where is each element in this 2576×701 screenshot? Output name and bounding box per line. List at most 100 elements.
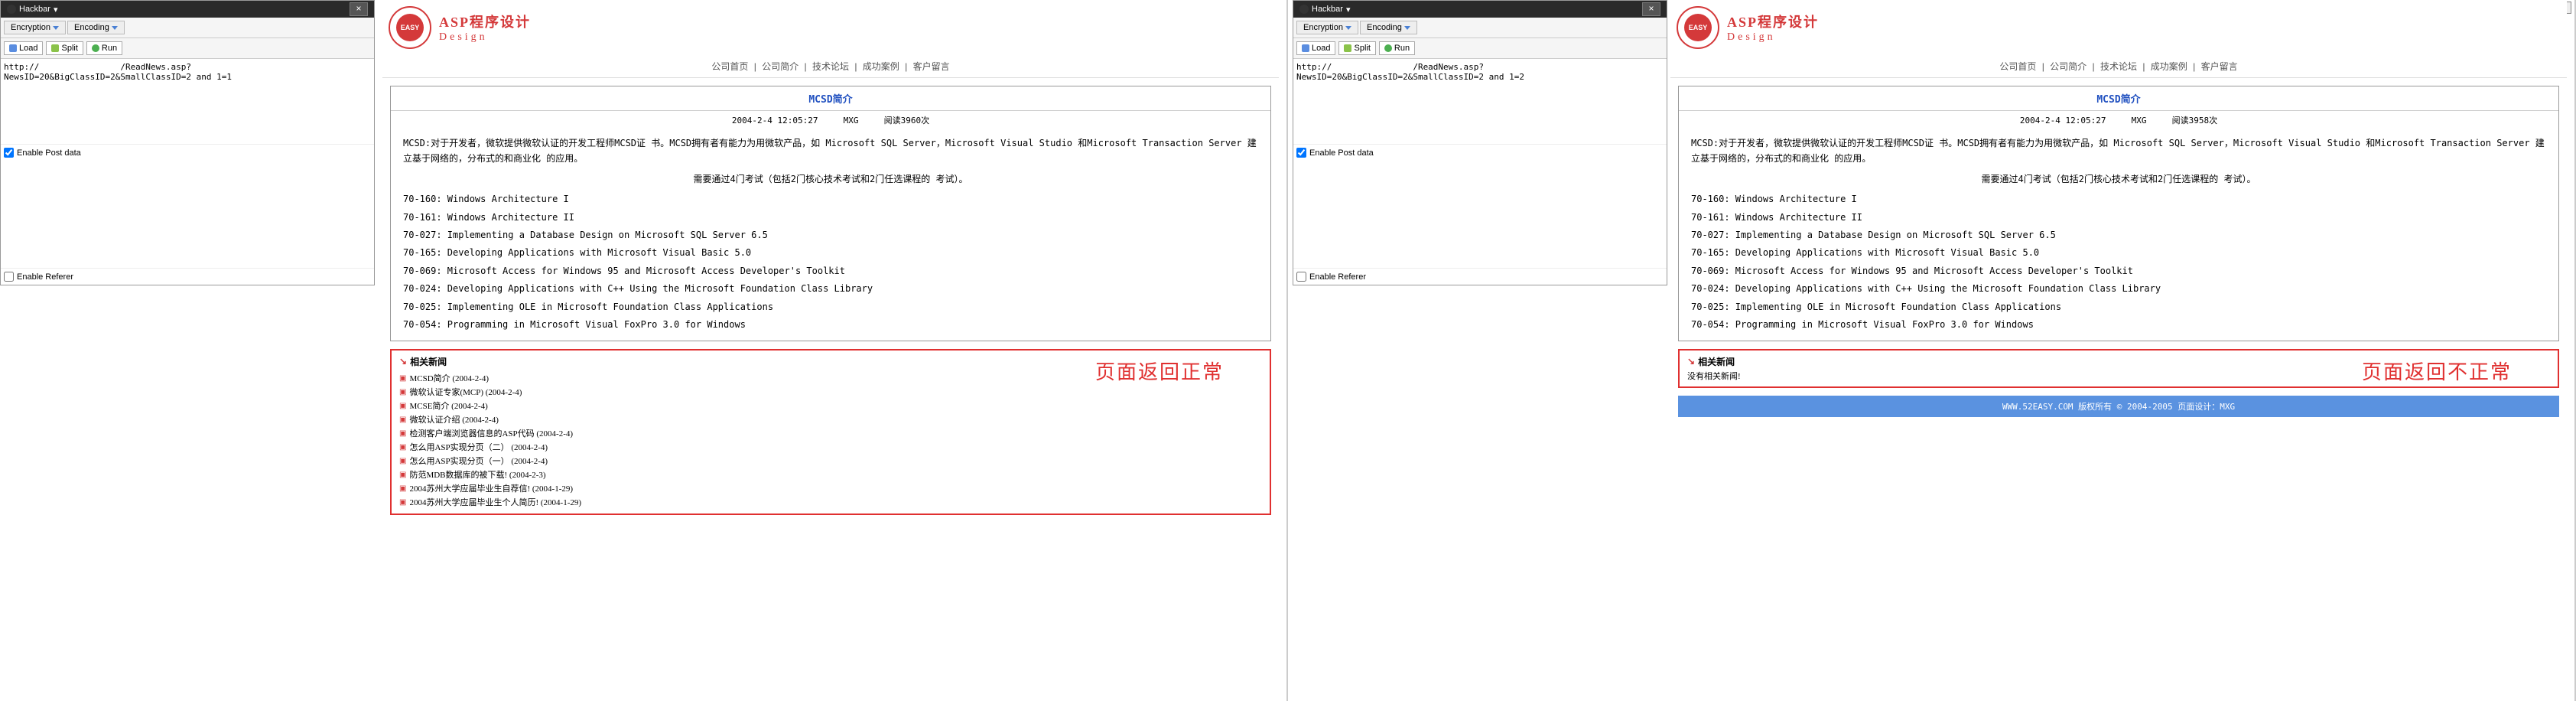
run-button[interactable]: Run bbox=[1379, 41, 1415, 55]
cert-line: 70-161: Windows Architecture II bbox=[403, 210, 1258, 225]
site-nav: 公司首页 | 公司简介 | 技术论坛 | 成功案例 | 客户留言 bbox=[1670, 55, 2567, 78]
hackbar-titlebar: Hackbar ▾ × bbox=[1293, 1, 1667, 18]
bullet-icon: ▣ bbox=[399, 471, 406, 479]
run-button[interactable]: Run bbox=[86, 41, 122, 55]
hackbar-title-dropdown-icon[interactable]: ▾ bbox=[1346, 5, 1351, 15]
related-item[interactable]: ▣防范MDB数据库的被下载! (2004-2-3) bbox=[399, 468, 1262, 481]
split-button[interactable]: Split bbox=[46, 41, 83, 55]
browser-content-right: EASY ASP程序设计 Design 公司首页 | 公司简介 | 技术论坛 |… bbox=[1670, 0, 2567, 701]
related-item[interactable]: ▣怎么用ASP实现分页（一） (2004-2-4) bbox=[399, 454, 1262, 468]
article-views: 阅读3960次 bbox=[884, 116, 930, 126]
enable-post-checkbox[interactable] bbox=[1296, 148, 1306, 158]
split-label: Split bbox=[61, 44, 77, 53]
article-frame: MCSD简介 2004-2-4 12:05:27 MXG 阅读3958次 MCS… bbox=[1678, 86, 2559, 341]
site-nav: 公司首页 | 公司简介 | 技术论坛 | 成功案例 | 客户留言 bbox=[382, 55, 1279, 78]
hackbar-close-button[interactable]: × bbox=[350, 2, 368, 16]
load-label: Load bbox=[19, 44, 37, 53]
hackbar-title-text: Hackbar bbox=[1312, 5, 1343, 14]
run-label: Run bbox=[102, 44, 117, 53]
site-header: EASY ASP程序设计 Design bbox=[382, 0, 1279, 55]
encryption-dropdown[interactable]: Encryption bbox=[4, 21, 66, 34]
nav-link[interactable]: 成功案例 bbox=[2151, 61, 2187, 72]
article-date: 2004-2-4 12:05:27 bbox=[2020, 116, 2106, 126]
bullet-icon: ▣ bbox=[399, 388, 406, 396]
chevron-down-icon bbox=[112, 26, 118, 30]
load-icon bbox=[9, 44, 17, 52]
cert-line: 70-160: Windows Architecture I bbox=[403, 191, 1258, 207]
cert-line: 70-027: Implementing a Database Design o… bbox=[403, 227, 1258, 243]
related-item-text: 2004苏州大学应届毕业生个人简历! (2004-1-29) bbox=[409, 496, 581, 508]
hackbar-title-dropdown-icon[interactable]: ▾ bbox=[54, 5, 58, 15]
screenshot-right: — X Hackbar ▾ × Encryption Encoding bbox=[1288, 0, 2576, 701]
cert-list: 70-160: Windows Architecture I70-161: Wi… bbox=[1691, 191, 2546, 332]
article-meta: 2004-2-4 12:05:27 MXG 阅读3958次 bbox=[1679, 111, 2558, 129]
encryption-label: Encryption bbox=[11, 23, 50, 32]
site-header: EASY ASP程序设计 Design bbox=[1670, 0, 2567, 55]
related-item-text: MCSE简介 (2004-2-4) bbox=[409, 399, 487, 412]
related-list: ▣MCSD简介 (2004-2-4)▣微软认证专家(MCP) (2004-2-4… bbox=[399, 371, 1262, 509]
article-frame: MCSD简介 2004-2-4 12:05:27 MXG 阅读3960次 MCS… bbox=[390, 86, 1271, 341]
cert-line: 70-069: Microsoft Access for Windows 95 … bbox=[1691, 263, 2546, 279]
related-item-text: 2004苏州大学应届毕业生自荐信! (2004-1-29) bbox=[409, 482, 573, 494]
nav-link[interactable]: 技术论坛 bbox=[2100, 61, 2137, 72]
cert-line: 70-160: Windows Architecture I bbox=[1691, 191, 2546, 207]
site-title: ASP程序设计 Design bbox=[1727, 11, 1819, 44]
cert-line: 70-024: Developing Applications with C++… bbox=[1691, 281, 2546, 296]
arrow-icon: ↘ bbox=[399, 356, 407, 367]
enable-post-label: Enable Post data bbox=[1309, 148, 1374, 158]
load-icon bbox=[1302, 44, 1309, 52]
encoding-dropdown[interactable]: Encoding bbox=[67, 21, 125, 34]
site-footer: WWW.52EASY.COM 版权所有 © 2004-2005 页面设计：MXG bbox=[1678, 396, 2559, 417]
cert-line: 70-054: Programming in Microsoft Visual … bbox=[403, 317, 1258, 332]
nav-link[interactable]: 技术论坛 bbox=[812, 61, 849, 72]
article-requirement: 需要通过4门考试（包括2门核心技术考试和2门任选课程的 考试）。 bbox=[1691, 171, 2546, 187]
related-item-text: 防范MDB数据库的被下载! (2004-2-3) bbox=[409, 468, 545, 481]
arrow-icon: ↘ bbox=[1687, 356, 1695, 367]
url-input[interactable] bbox=[1293, 59, 1667, 142]
related-news-box: ↘ 相关新闻 页面返回正常 ▣MCSD简介 (2004-2-4)▣微软认证专家(… bbox=[390, 349, 1271, 515]
site-title-sub: Design bbox=[439, 31, 531, 44]
bullet-icon: ▣ bbox=[399, 443, 406, 452]
article-title: MCSD简介 bbox=[1679, 86, 2558, 111]
split-icon bbox=[1344, 44, 1351, 52]
load-button[interactable]: Load bbox=[1296, 41, 1335, 55]
nav-link[interactable]: 公司首页 bbox=[1999, 61, 2036, 72]
related-item[interactable]: ▣微软认证专家(MCP) (2004-2-4) bbox=[399, 385, 1262, 399]
nav-link[interactable]: 公司简介 bbox=[762, 61, 798, 72]
url-input[interactable] bbox=[1, 59, 374, 142]
load-button[interactable]: Load bbox=[4, 41, 43, 55]
encryption-dropdown[interactable]: Encryption bbox=[1296, 21, 1358, 34]
hackbar-title-text: Hackbar bbox=[19, 5, 50, 14]
related-item[interactable]: ▣2004苏州大学应届毕业生自荐信! (2004-1-29) bbox=[399, 481, 1262, 495]
cert-list: 70-160: Windows Architecture I 70-161: Wi… bbox=[403, 191, 1258, 332]
run-icon bbox=[1384, 44, 1392, 52]
run-label: Run bbox=[1394, 44, 1410, 53]
enable-referer-checkbox[interactable] bbox=[4, 272, 14, 282]
hackbar-panel: Hackbar ▾ × Encryption Encoding Load bbox=[0, 0, 375, 285]
related-item[interactable]: ▣MCSE简介 (2004-2-4) bbox=[399, 399, 1262, 412]
enable-referer-row: Enable Referer bbox=[1, 268, 374, 285]
site-title: ASP程序设计 Design bbox=[439, 11, 531, 44]
nav-link[interactable]: 客户留言 bbox=[913, 61, 950, 72]
encryption-label: Encryption bbox=[1303, 23, 1343, 32]
split-button[interactable]: Split bbox=[1338, 41, 1375, 55]
bullet-icon: ▣ bbox=[399, 402, 406, 410]
run-icon bbox=[92, 44, 99, 52]
related-item[interactable]: ▣2004苏州大学应届毕业生个人简历! (2004-1-29) bbox=[399, 495, 1262, 509]
enable-referer-checkbox[interactable] bbox=[1296, 272, 1306, 282]
nav-link[interactable]: 客户留言 bbox=[2201, 61, 2238, 72]
enable-post-checkbox[interactable] bbox=[4, 148, 14, 158]
hackbar-close-button[interactable]: × bbox=[1642, 2, 1660, 16]
article-body: MCSD:对于开发者，微软提供微软认证的开发工程师MCSD证 书。MCSD拥有者… bbox=[1679, 129, 2558, 341]
nav-link[interactable]: 公司首页 bbox=[711, 61, 748, 72]
overlay-text-abnormal: 页面返回不正常 bbox=[2362, 357, 2512, 385]
encoding-dropdown[interactable]: Encoding bbox=[1360, 21, 1417, 34]
related-item-text: 怎么用ASP实现分页（一） (2004-2-4) bbox=[409, 455, 548, 467]
related-item[interactable]: ▣微软认证介绍 (2004-2-4) bbox=[399, 412, 1262, 426]
related-item[interactable]: ▣怎么用ASP实现分页（二） (2004-2-4) bbox=[399, 440, 1262, 454]
nav-link[interactable]: 公司简介 bbox=[2050, 61, 2086, 72]
related-item-text: 微软认证专家(MCP) (2004-2-4) bbox=[409, 386, 522, 398]
article-author: MXG bbox=[2132, 116, 2147, 126]
related-item[interactable]: ▣检测客户端浏览器信息的ASP代码 (2004-2-4) bbox=[399, 426, 1262, 440]
nav-link[interactable]: 成功案例 bbox=[863, 61, 899, 72]
